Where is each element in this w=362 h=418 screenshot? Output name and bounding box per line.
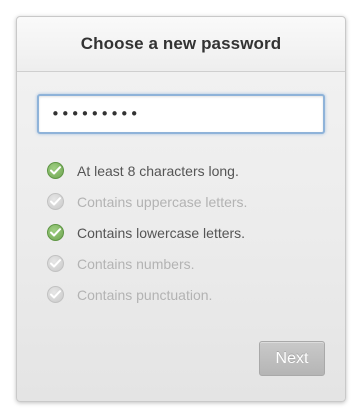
rule-label: Contains numbers. (77, 255, 195, 272)
dialog-header: Choose a new password (17, 17, 345, 72)
check-circle-disabled-icon (47, 193, 64, 210)
dialog-title: Choose a new password (80, 34, 282, 53)
rule-lowercase: Contains lowercase letters. (47, 217, 247, 248)
next-button[interactable]: Next (259, 341, 325, 376)
check-circle-disabled-icon (47, 286, 64, 303)
rule-min-length: At least 8 characters long. (47, 155, 247, 186)
rule-label: At least 8 characters long. (77, 162, 239, 179)
rule-label: Contains punctuation. (77, 286, 213, 303)
rule-label: Contains lowercase letters. (77, 224, 246, 241)
password-dialog: Choose a new password At least 8 charact… (16, 16, 346, 402)
password-field[interactable] (37, 94, 325, 134)
rule-numbers: Contains numbers. (47, 248, 247, 279)
check-circle-icon (47, 224, 64, 241)
check-circle-disabled-icon (47, 255, 64, 272)
rule-label: Contains uppercase letters. (77, 193, 248, 210)
rule-punctuation: Contains punctuation. (47, 279, 247, 310)
rule-uppercase: Contains uppercase letters. (47, 186, 247, 217)
password-rules-list: At least 8 characters long. Contains upp… (47, 155, 247, 310)
check-circle-icon (47, 162, 64, 179)
